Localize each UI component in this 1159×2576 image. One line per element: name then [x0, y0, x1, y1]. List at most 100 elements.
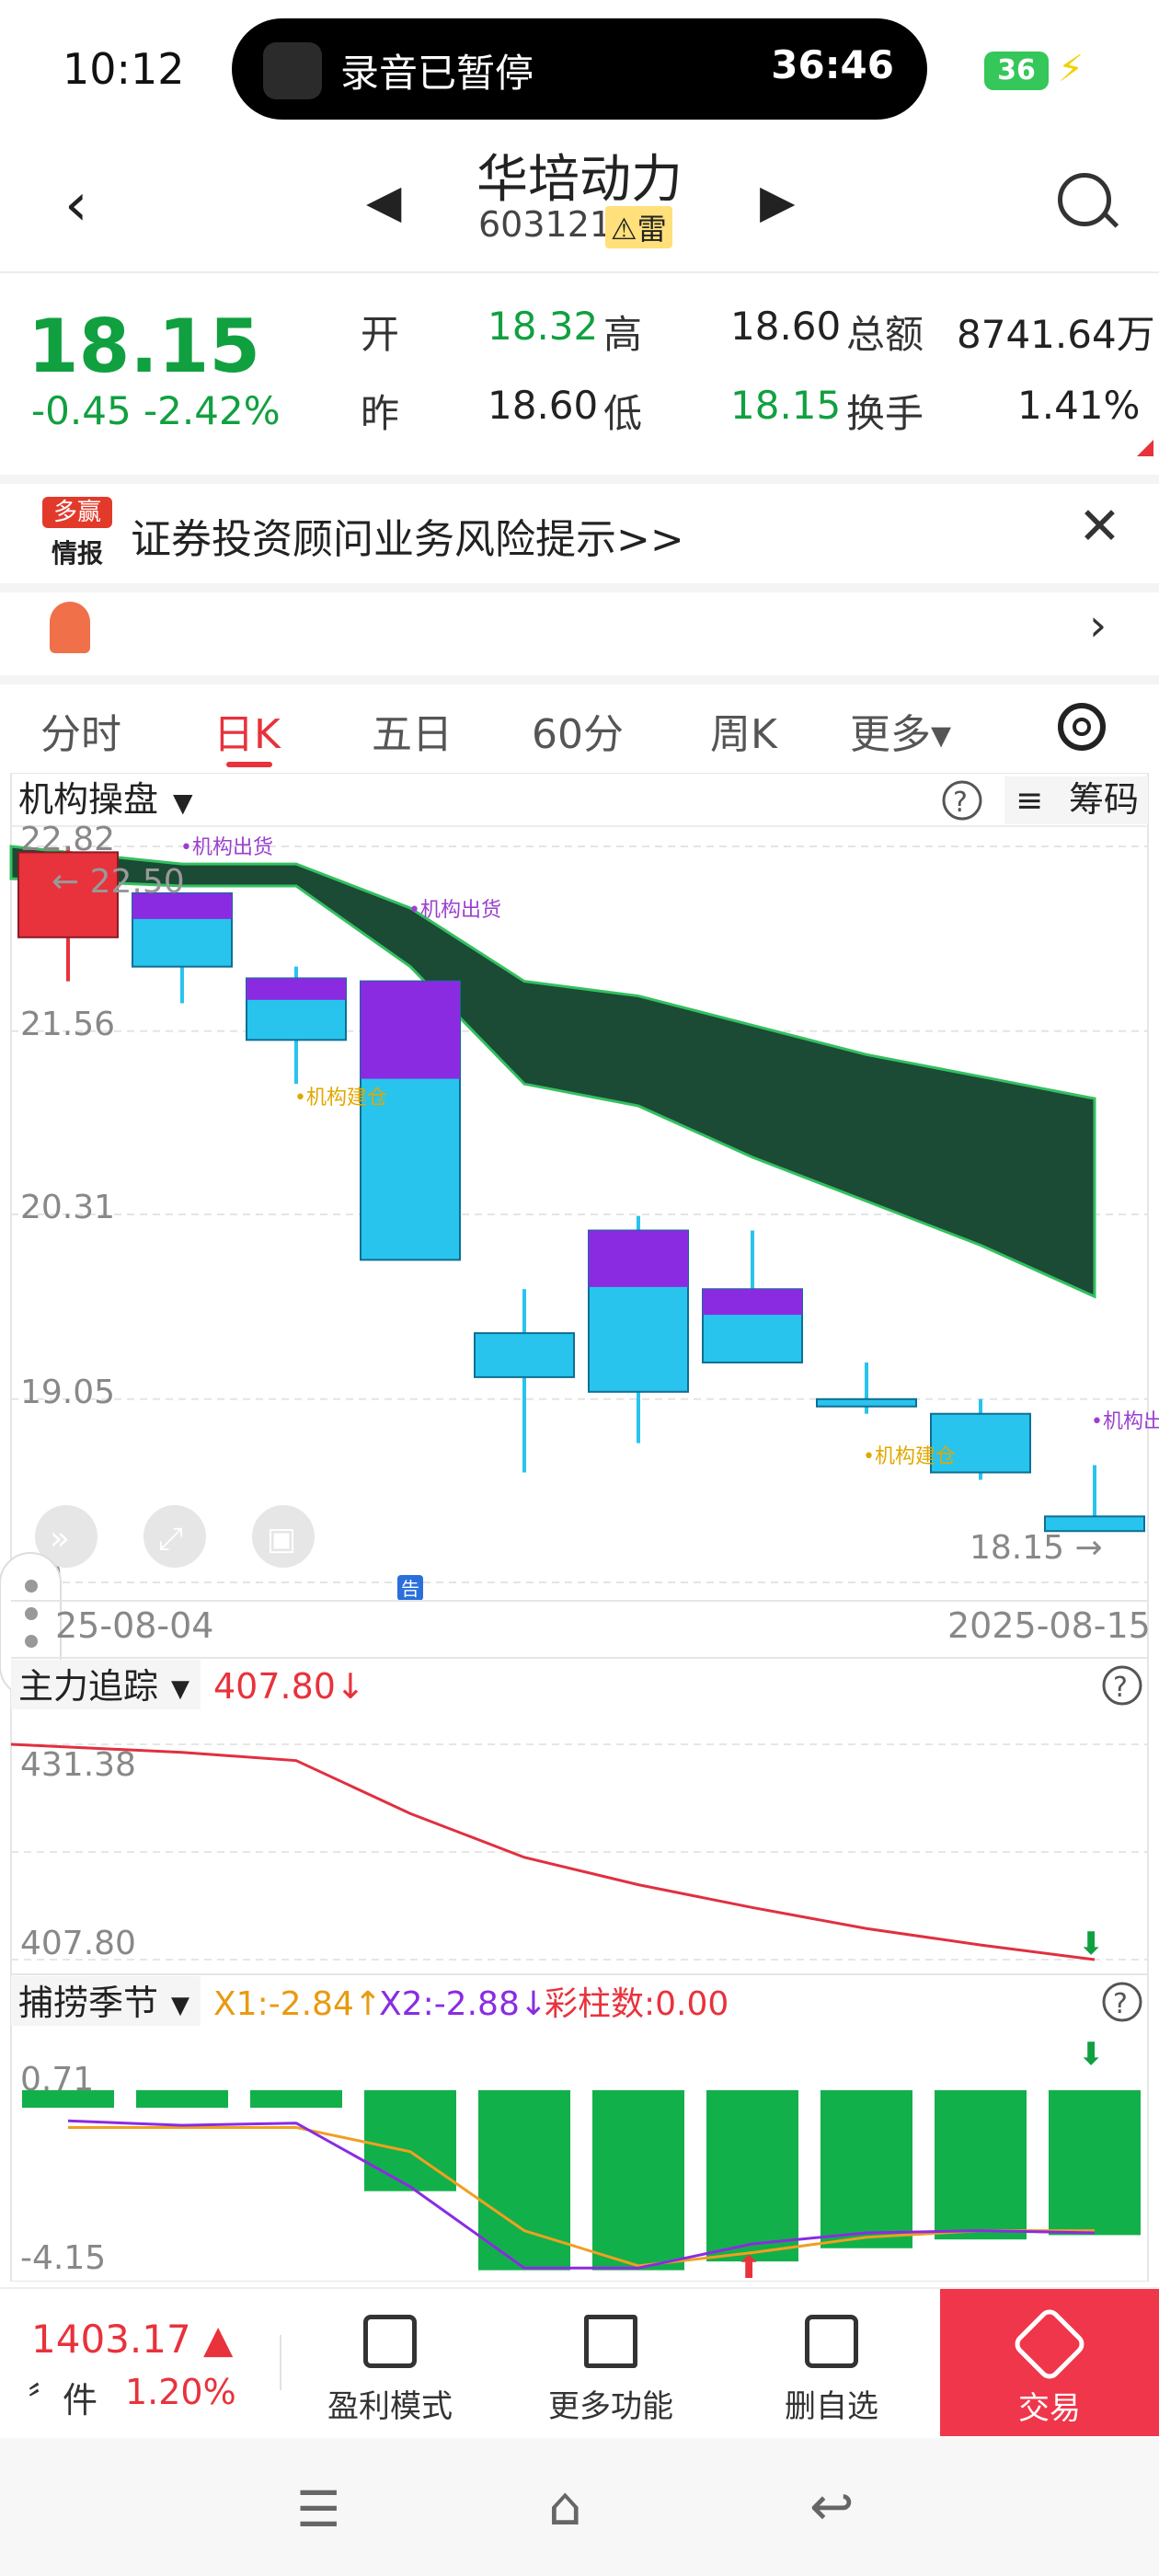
toolbar-divider — [280, 2335, 281, 2390]
profit-mode-button[interactable]: 盈利模式 — [298, 2315, 482, 2426]
sub2-down-arrow: ⬇ — [1078, 2036, 1105, 2073]
sub2-dropdown-icon[interactable]: ▼ — [171, 1992, 189, 2019]
close-icon[interactable]: ✕ — [1078, 497, 1121, 557]
tab-intraday[interactable]: 分时 — [40, 701, 121, 760]
annotation-out-3: •机构出 — [1091, 1410, 1159, 1433]
sub1-value: 407.80↓ — [213, 1666, 365, 1707]
sub2-bar — [820, 2089, 912, 2248]
tab-weekly[interactable]: 周K — [710, 701, 777, 760]
home-icon[interactable]: ⌂ — [548, 2475, 582, 2537]
remove-watchlist-button[interactable]: 删自选 — [740, 2315, 924, 2426]
high-value: 18.60 — [730, 304, 842, 349]
minus-box-icon — [805, 2315, 858, 2368]
charging-icon: ⚡ — [1058, 48, 1084, 90]
sub2-bar — [478, 2089, 570, 2271]
more-functions-button[interactable]: 更多功能 — [519, 2315, 703, 2426]
date-end: 2025-08-15 — [947, 1605, 1151, 1646]
sub1-dropdown-icon[interactable]: ▼ — [171, 1675, 189, 1703]
index-name: 〞件 — [28, 2380, 98, 2421]
turnover-value: 1.41% — [1017, 383, 1141, 428]
candle-purple-band — [247, 978, 346, 1000]
chart-area: 机构操盘 ▼ ? ≡ 筹码 22.8221.5620.3119.0580 ← 2… — [0, 773, 1159, 2282]
sub1-name[interactable]: 主力追踪 — [18, 1666, 158, 1707]
main-indicator-name[interactable]: 机构操盘 — [18, 779, 158, 820]
return-icon[interactable]: ↩ — [809, 2475, 855, 2537]
quote-panel: 18.15 -0.45 -2.42% 开 18.32 高 18.60 总额 87… — [0, 276, 1159, 460]
low-label: 低 — [603, 391, 643, 436]
sub2-x2: X2:-2.88↓ — [379, 1985, 547, 2023]
risk-badge[interactable]: ⚠雷 — [605, 206, 672, 248]
sub2-bar — [250, 2089, 342, 2108]
tab-60min[interactable]: 60分 — [532, 701, 624, 760]
menu-icon[interactable]: ☰ — [296, 2480, 340, 2538]
high-label: 高 — [603, 312, 643, 357]
next-stock-icon[interactable]: ▶ — [760, 175, 795, 228]
sub2-bar — [22, 2089, 114, 2108]
active-tab-indicator — [226, 762, 272, 767]
current-price: 18.15 — [28, 304, 261, 389]
sub2-bar — [592, 2089, 684, 2271]
sub1-down-arrow: ⬇ — [1078, 1926, 1105, 1962]
annotation-in-2: •机构建仓 — [863, 1445, 956, 1468]
stock-header: ‹ ◀ 华培动力 603121 ⚠雷 ▶ — [0, 138, 1159, 273]
chip-label: 筹码 — [1069, 779, 1139, 820]
indicator-dropdown-icon[interactable]: ▼ — [173, 788, 193, 818]
change-pct: -2.42% — [143, 388, 281, 433]
sub2-x1: X1:-2.84↑ — [213, 1985, 382, 2023]
announcement-glyph: 告 — [401, 1578, 419, 1600]
handle-dot-1 — [25, 1580, 38, 1593]
profit-mode-label: 盈利模式 — [327, 2388, 453, 2425]
amount-label: 总额 — [846, 312, 924, 357]
change-value: -0.45 — [31, 388, 132, 433]
tab-more[interactable]: 更多▾ — [850, 701, 951, 760]
promo-banner[interactable]: › — [0, 583, 1159, 684]
sub2-tick-label: -4.15 — [20, 2239, 106, 2277]
annotation-out-2: •机构出货 — [408, 899, 501, 922]
y-tick-label: 19.05 — [20, 1374, 115, 1411]
settings-icon[interactable] — [1058, 703, 1106, 751]
waveform-icon — [263, 42, 322, 99]
chart-trend-icon — [363, 2315, 417, 2368]
status-bar: 10:12 录音已暂停 36:46 36 ⚡ — [0, 0, 1159, 138]
grid-icon — [584, 2315, 637, 2368]
search-icon[interactable] — [1058, 173, 1111, 226]
candle-purple-band — [589, 1230, 688, 1287]
sub2-bar — [364, 2089, 456, 2191]
risk-banner[interactable]: 多赢 情报 证券投资顾问业务风险提示>> ✕ — [0, 475, 1159, 589]
recording-pill[interactable]: 录音已暂停 36:46 — [232, 18, 927, 120]
sub1-help-glyph: ? — [1113, 1672, 1128, 1704]
remove-watchlist-label: 删自选 — [785, 2388, 878, 2425]
prev-high-label: ← 22.50 — [52, 863, 185, 901]
rocket-icon — [50, 602, 90, 653]
tab-daily[interactable]: 日K — [213, 701, 281, 760]
open-value: 18.32 — [488, 304, 599, 349]
chip-icon: ≡ — [1016, 782, 1043, 820]
stock-name: 华培动力 — [476, 150, 683, 210]
turnover-label: 换手 — [846, 391, 924, 436]
sub2-bar — [136, 2089, 228, 2108]
last-price-label: 18.15 → — [970, 1529, 1103, 1567]
index-value[interactable]: 1403.17 ▲ — [31, 2317, 233, 2362]
price-change: -0.45 -2.42% — [31, 388, 281, 433]
banner-text[interactable]: 证券投资顾问业务风险提示>> — [131, 506, 684, 565]
trade-button[interactable]: 交易 — [940, 2289, 1159, 2436]
logo-bottom: 情报 — [51, 538, 103, 569]
prev-close-label: 昨 — [361, 391, 400, 436]
sub2-bars: 彩柱数:0.00 — [545, 1985, 729, 2023]
sub2-bar — [935, 2089, 1027, 2240]
expand-left-glyph: » — [50, 1520, 70, 1558]
chevron-right-icon[interactable]: › — [1089, 600, 1107, 651]
handle-dot-3 — [25, 1635, 38, 1648]
period-tabs: 分时 日K 五日 60分 周K 更多▾ — [0, 681, 1159, 773]
annotation-in-1: •机构建仓 — [294, 1087, 387, 1110]
more-functions-label: 更多功能 — [548, 2388, 673, 2425]
sub2-name[interactable]: 捕捞季节 — [18, 1983, 158, 2023]
sub2-bar — [706, 2089, 798, 2262]
open-label: 开 — [361, 312, 400, 357]
trade-label: 交易 — [1018, 2390, 1081, 2427]
tab-5day[interactable]: 五日 — [372, 701, 453, 760]
trade-icon — [1010, 2305, 1089, 2384]
recording-timer: 36:46 — [771, 42, 894, 87]
low-value: 18.15 — [730, 383, 842, 428]
annotation-out-1: •机构出货 — [180, 836, 273, 859]
